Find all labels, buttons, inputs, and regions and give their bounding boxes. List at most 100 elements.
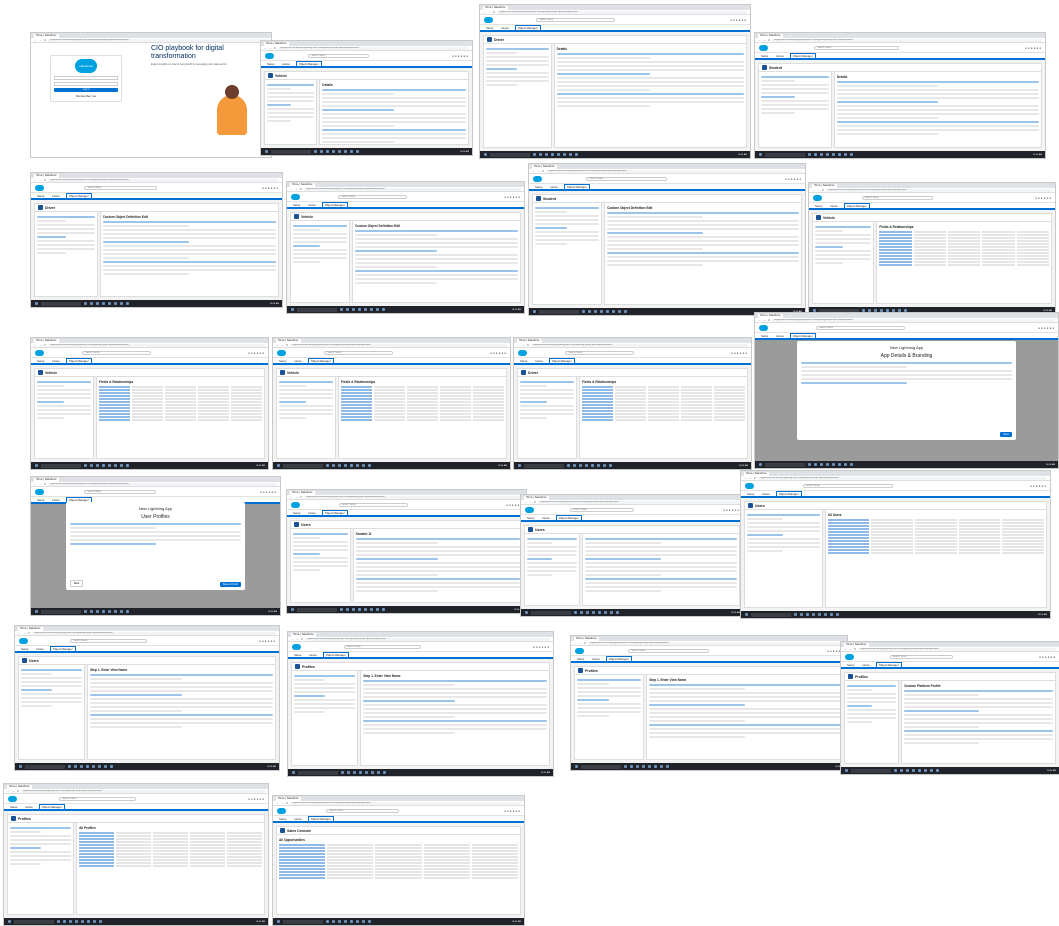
back-icon[interactable]: ← [276, 801, 279, 806]
table-cell[interactable] [582, 395, 614, 397]
table-cell[interactable] [879, 261, 912, 263]
taskbar-app-icon[interactable] [832, 463, 835, 466]
table-row[interactable] [279, 844, 519, 846]
taskbar-app-icon[interactable] [98, 765, 101, 768]
taskbar-app-icon[interactable] [371, 771, 374, 774]
browser-tab[interactable]: Home | Salesforce [34, 339, 59, 343]
table-row[interactable] [99, 398, 262, 400]
taskbar-app-icon[interactable] [616, 611, 619, 614]
taskbar-search[interactable] [751, 612, 791, 617]
table-row[interactable] [79, 850, 262, 852]
table-row[interactable] [279, 853, 519, 855]
salesforce-logo-icon[interactable] [35, 488, 44, 495]
forward-icon[interactable]: → [749, 476, 752, 481]
table-cell[interactable] [79, 832, 115, 834]
taskbar-app-icon[interactable] [604, 611, 607, 614]
taskbar-app-icon[interactable] [545, 153, 548, 156]
reload-icon[interactable]: C [44, 38, 46, 43]
table-cell[interactable] [341, 407, 373, 409]
table-cell[interactable] [279, 856, 326, 858]
browser-tab[interactable]: Home | Salesforce [517, 339, 542, 343]
table-cell[interactable] [79, 850, 115, 852]
setup-search-input[interactable]: Search Setup [308, 53, 370, 58]
star-icon[interactable]: ● [1038, 326, 1040, 330]
browser-tab[interactable]: Home | Salesforce [34, 174, 59, 178]
forward-icon[interactable]: → [39, 178, 42, 183]
browser-tab[interactable]: Home | Salesforce [744, 472, 769, 476]
setup-search-input[interactable]: Search Setup [536, 17, 615, 22]
table-cell[interactable] [341, 413, 373, 415]
bell-icon[interactable]: ● [259, 351, 261, 355]
taskbar-app-icon[interactable] [573, 464, 576, 467]
table-row[interactable] [879, 249, 1050, 251]
table-row[interactable] [79, 832, 262, 834]
table-cell[interactable] [99, 398, 131, 400]
taskbar-app-icon[interactable] [800, 613, 803, 616]
table-row[interactable] [582, 404, 745, 406]
app-launcher-setup[interactable]: Setup [35, 498, 46, 502]
bell-icon[interactable]: ● [544, 645, 546, 649]
reload-icon[interactable]: C [44, 343, 46, 348]
taskbar-search[interactable] [283, 919, 323, 924]
taskbar-app-icon[interactable] [332, 464, 335, 467]
table-row[interactable] [79, 838, 262, 840]
table-cell[interactable] [341, 395, 373, 397]
taskbar-app-icon[interactable] [838, 463, 841, 466]
back-icon[interactable]: ← [483, 10, 486, 15]
taskbar-app-icon[interactable] [63, 920, 66, 923]
star-icon[interactable]: ● [731, 351, 733, 355]
forward-icon[interactable]: → [522, 343, 525, 348]
reload-icon[interactable]: C [493, 10, 495, 15]
setup-search-input[interactable]: Search Setup [803, 483, 894, 488]
help-icon[interactable]: ● [265, 639, 267, 643]
taskbar-app-icon[interactable] [574, 611, 577, 614]
help-icon[interactable]: ● [268, 186, 270, 190]
taskbar-app-icon[interactable] [108, 464, 111, 467]
taskbar-app-icon[interactable] [838, 153, 841, 156]
browser-tab[interactable]: Home | Salesforce [264, 42, 289, 46]
table-cell[interactable] [279, 874, 326, 876]
gear-icon[interactable]: ● [739, 18, 741, 22]
back-icon[interactable]: ← [7, 789, 10, 794]
url-field[interactable]: orgfarm-dev-ed.develop.lightning.force.c… [278, 46, 469, 50]
salesforce-logo-icon[interactable] [35, 349, 44, 356]
taskbar-app-icon[interactable] [936, 769, 939, 772]
taskbar-app-icon[interactable] [84, 302, 87, 305]
taskbar-search[interactable] [283, 463, 323, 468]
windows-start-icon[interactable] [291, 608, 294, 611]
taskbar-app-icon[interactable] [900, 769, 903, 772]
avatar[interactable]: ● [518, 195, 520, 199]
table-row[interactable] [879, 243, 1050, 245]
taskbar-app-icon[interactable] [108, 302, 111, 305]
taskbar-app-icon[interactable] [660, 765, 663, 768]
table-cell[interactable] [827, 519, 870, 521]
taskbar-app-icon[interactable] [126, 464, 129, 467]
setup-search-input[interactable]: Search Setup [816, 325, 905, 330]
gear-icon[interactable]: ● [836, 649, 838, 653]
back-icon[interactable]: ← [758, 38, 761, 43]
windows-start-icon[interactable] [8, 920, 11, 923]
table-row[interactable] [279, 877, 519, 879]
forward-icon[interactable]: → [295, 495, 298, 500]
reload-icon[interactable]: C [822, 188, 824, 193]
browser-tab[interactable]: Home | Salesforce [758, 34, 783, 38]
browser-tab[interactable]: Home | Salesforce [812, 184, 837, 188]
table-row[interactable] [79, 856, 262, 858]
setup-search-input[interactable]: Search Setup [70, 638, 148, 643]
browser-tab[interactable]: Home | Salesforce [483, 6, 508, 10]
tab-home[interactable]: Home [50, 194, 61, 198]
tab-home[interactable]: Home [548, 185, 559, 189]
table-cell[interactable] [279, 871, 326, 873]
setup-search-input[interactable]: Search Setup [338, 502, 408, 507]
table-cell[interactable] [341, 419, 373, 421]
taskbar-app-icon[interactable] [356, 150, 359, 153]
table-cell[interactable] [827, 546, 870, 548]
taskbar-app-icon[interactable] [806, 613, 809, 616]
forward-icon[interactable]: → [281, 343, 284, 348]
table-cell[interactable] [827, 525, 870, 527]
table-row[interactable] [879, 252, 1050, 254]
star-icon[interactable]: ● [1030, 484, 1032, 488]
taskbar-app-icon[interactable] [344, 464, 347, 467]
back-icon[interactable]: ← [34, 343, 37, 348]
table-cell[interactable] [99, 392, 131, 394]
